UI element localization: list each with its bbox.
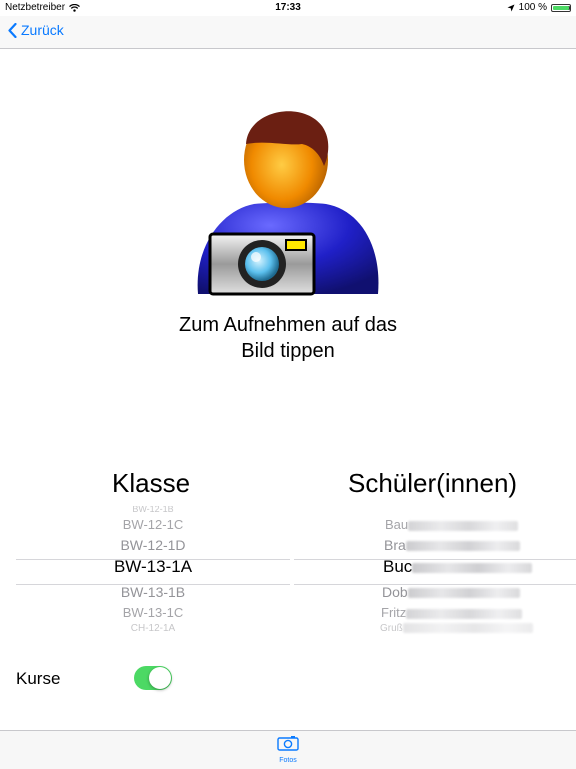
redacted-name <box>408 520 519 531</box>
picker-option-label: BW-13-1A <box>113 557 193 576</box>
camera-icon <box>277 736 299 751</box>
chevron-left-icon <box>8 22 17 38</box>
navigation-bar: Zurück <box>0 16 576 49</box>
picker-option[interactable]: BW-12-1C <box>16 517 290 532</box>
redacted-name <box>407 588 520 599</box>
battery-percent: 100 % <box>518 2 547 13</box>
picker-option-label: Dob <box>382 584 408 600</box>
tab-fotos[interactable]: Fotos <box>262 735 314 764</box>
picker-option-label: Bau <box>385 517 409 532</box>
picker-option-label: BW-13-1C <box>122 605 184 620</box>
photo-instruction: Zum Aufnehmen auf das Bild tippen <box>0 312 576 364</box>
status-bar: Netzbetreiber 17:33 100 % <box>0 0 576 16</box>
status-time: 17:33 <box>275 2 301 13</box>
picker-option[interactable]: Bra <box>294 537 576 553</box>
redacted-name <box>405 541 520 552</box>
picker-option-label: Fritz <box>381 605 407 620</box>
battery-body <box>551 3 571 12</box>
picker-option-label: BW-12-1D <box>120 537 186 553</box>
redacted-name <box>406 608 523 619</box>
picker-option[interactable]: BW-13-1B <box>16 584 290 600</box>
person-camera-icon <box>197 111 379 296</box>
student-picker[interactable]: Bau Bra Buc Dob Fritz Gruß <box>294 506 576 640</box>
battery-icon <box>551 3 571 12</box>
class-picker[interactable]: BW-12-1B BW-12-1C BW-12-1D BW-13-1A BW-13-1B… <box>16 506 290 640</box>
picker-option[interactable]: BW-12-1B <box>16 506 290 514</box>
class-picker-title: Klasse <box>112 468 191 498</box>
picker-option-label: CH-12-1A <box>130 623 176 634</box>
tab-bar: Fotos <box>0 730 576 769</box>
picker-option[interactable]: BW-12-1D <box>16 537 290 553</box>
photo-placeholder[interactable] <box>192 106 384 302</box>
picker-option-label: Bra <box>384 537 406 553</box>
picker-option[interactable]: Gruß <box>294 623 576 634</box>
picker-option-label: BW-13-1B <box>120 584 186 600</box>
picker-option-label: BW-12-1B <box>132 506 174 514</box>
picker-option-label: Gruß <box>380 623 403 634</box>
picker-option-label: Buc <box>383 557 413 576</box>
tab-fotos-label: Fotos <box>279 757 297 764</box>
picker-option[interactable]: Buc <box>294 557 576 577</box>
picker-option[interactable]: Dob <box>294 584 576 600</box>
picker-option[interactable]: Fritz <box>294 605 576 620</box>
picker-option[interactable]: BW-13-1C <box>16 605 290 620</box>
toggle-knob <box>149 667 171 689</box>
picker-option-label: BW-12-1C <box>122 517 184 532</box>
redacted-name <box>402 623 533 634</box>
courses-toggle[interactable] <box>134 666 172 690</box>
picker-option[interactable]: BW-13-1A <box>16 557 290 577</box>
status-right: 100 % <box>507 2 571 13</box>
picker-option[interactable]: Bau <box>294 517 576 532</box>
photo-instruction-text: Zum Aufnehmen auf das Bild tippen <box>179 314 397 362</box>
redacted-name <box>412 562 533 573</box>
battery-fill <box>553 5 569 10</box>
back-label: Zurück <box>21 22 64 38</box>
location-arrow-icon <box>507 4 515 11</box>
student-picker-title: Schüler(innen) <box>348 468 518 498</box>
picker-option[interactable]: CH-12-1A <box>16 623 290 634</box>
back-button[interactable]: Zurück <box>8 22 64 38</box>
courses-label: Kurse <box>16 669 61 688</box>
